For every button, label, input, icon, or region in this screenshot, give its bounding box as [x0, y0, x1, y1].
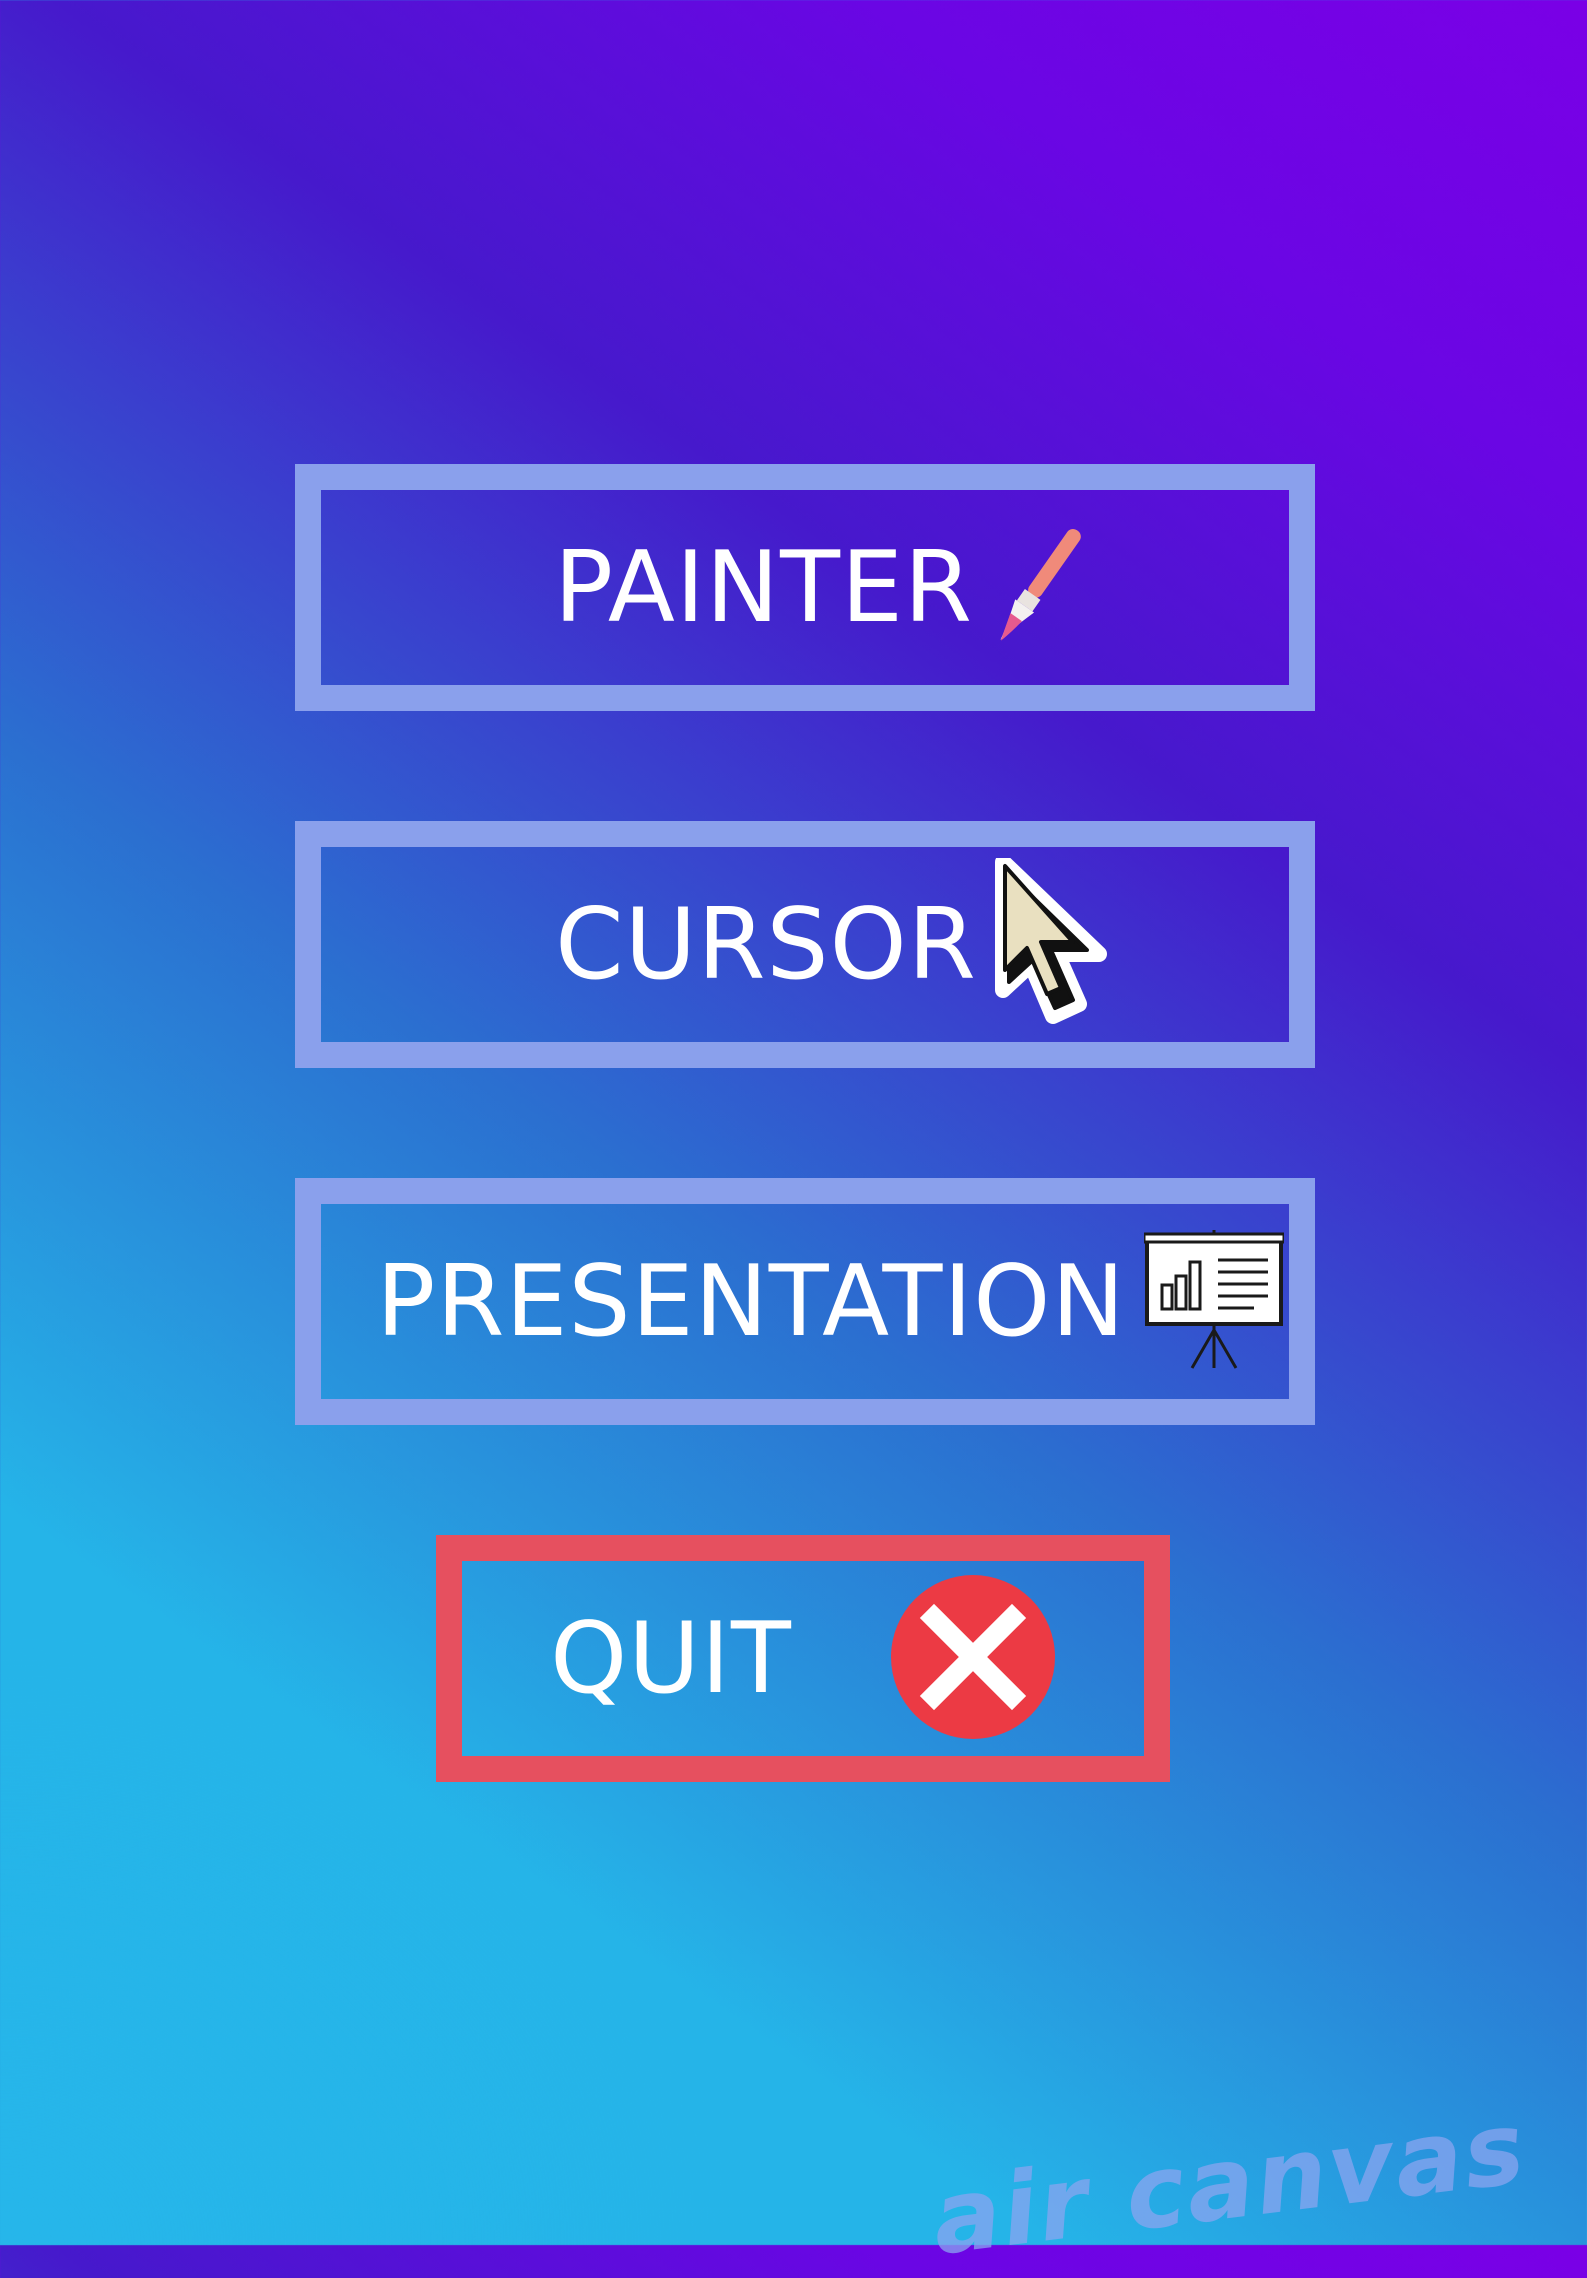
air-canvas-watermark: air canvas	[926, 2088, 1532, 2278]
mouse-pointer-icon	[994, 853, 1115, 1032]
cursor-button[interactable]: CURSOR	[295, 821, 1315, 1068]
cursor-label: CURSOR	[555, 887, 977, 1002]
close-icon	[890, 1574, 1056, 1744]
presentation-button[interactable]: PRESENTATION	[295, 1178, 1315, 1425]
presentation-board-icon	[1142, 1229, 1286, 1374]
painter-button[interactable]: PAINTER	[295, 464, 1315, 711]
quit-label: QUIT	[550, 1601, 792, 1716]
quit-button[interactable]: QUIT	[436, 1535, 1170, 1782]
painter-label: PAINTER	[554, 530, 973, 645]
paintbrush-icon	[991, 516, 1086, 660]
presentation-label: PRESENTATION	[376, 1244, 1126, 1359]
